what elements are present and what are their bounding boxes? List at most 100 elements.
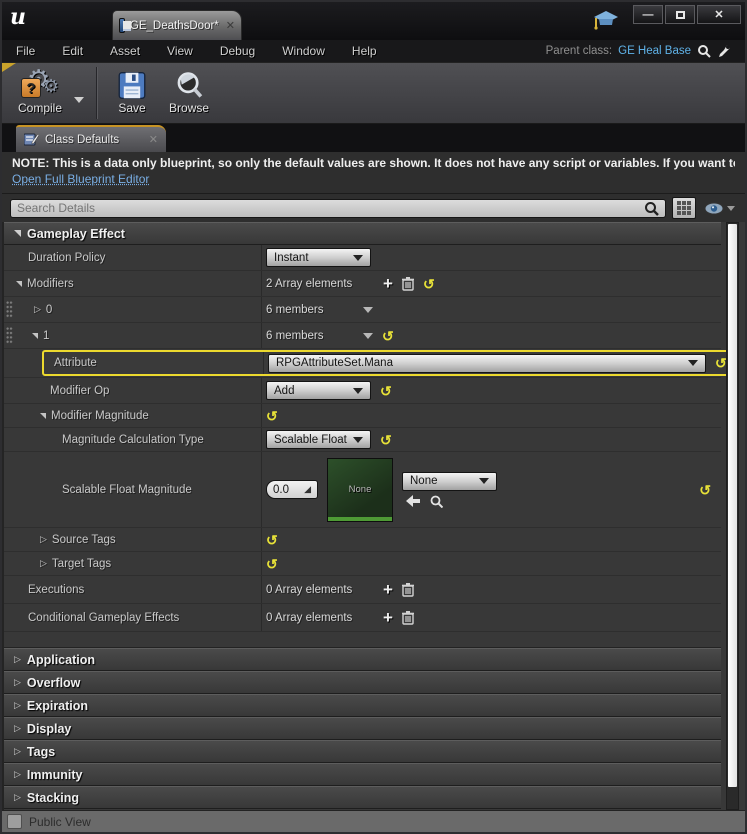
collapsed-arrow-icon[interactable]: ▷ (40, 558, 47, 569)
parent-class-search-icon[interactable] (697, 44, 711, 58)
category-gameplay-effect[interactable]: Gameplay Effect (4, 222, 721, 245)
scalable-float-value-input[interactable]: 0.0 ◢ (266, 480, 318, 499)
dropdown-caret-icon (479, 478, 489, 484)
reset-to-default-icon[interactable]: ↺ (266, 534, 278, 546)
parent-class-wrench-icon[interactable] (717, 44, 731, 58)
tutorial-graduation-cap-icon[interactable] (593, 8, 619, 32)
menu-asset[interactable]: Asset (110, 44, 140, 58)
category-expiration[interactable]: ▷ Expiration (4, 694, 721, 717)
curve-table-thumbnail[interactable]: None (327, 458, 393, 522)
category-display[interactable]: ▷ Display (4, 717, 721, 740)
clear-array-trash-icon[interactable] (402, 583, 414, 597)
compile-options-caret-icon[interactable] (74, 97, 84, 103)
clear-array-trash-icon[interactable] (402, 277, 414, 291)
close-button[interactable]: ✕ (697, 5, 741, 24)
members-caret-icon[interactable] (363, 307, 373, 313)
drag-handle[interactable] (6, 327, 13, 345)
dropdown-caret-icon (688, 360, 698, 366)
menu-help[interactable]: Help (352, 44, 377, 58)
asset-tab-close-icon[interactable]: ✕ (226, 19, 235, 32)
value-spinner-icon[interactable]: ◢ (304, 484, 311, 495)
details-panel: Gameplay Effect Duration Policy Instant … (2, 222, 745, 810)
view-options-caret-icon (727, 206, 735, 211)
view-options-button[interactable] (702, 202, 737, 215)
row-source-tags: ▷ Source Tags ↺ (4, 528, 721, 552)
eye-icon (704, 202, 724, 215)
browse-button[interactable]: Browse (159, 67, 219, 119)
collapsed-arrow-icon: ▷ (14, 723, 21, 734)
section-spacer (4, 632, 721, 648)
attribute-dropdown[interactable]: RPGAttributeSet.Mana (268, 354, 706, 373)
reset-to-default-icon[interactable]: ↺ (699, 484, 711, 496)
row-modifiers: Modifiers 2 Array elements + ↺ (4, 271, 721, 297)
modifier-op-dropdown[interactable]: Add (266, 381, 371, 400)
clear-array-trash-icon[interactable] (402, 611, 414, 625)
modifiers-count: 2 Array elements (266, 278, 374, 290)
row-array-element-0: ▷ 0 6 members (4, 297, 721, 323)
asset-tab[interactable]: GE_DeathsDoor* ✕ (112, 10, 242, 40)
curve-table-dropdown[interactable]: None (402, 472, 497, 491)
row-modifier-magnitude: Modifier Magnitude ↺ (4, 404, 721, 428)
drag-handle[interactable] (6, 301, 13, 319)
reset-to-default-icon[interactable]: ↺ (715, 357, 727, 369)
members-caret-icon[interactable] (363, 333, 373, 339)
public-view-checkbox[interactable] (7, 814, 22, 829)
category-stacking[interactable]: ▷ Stacking (4, 786, 721, 809)
reset-to-default-icon[interactable]: ↺ (380, 434, 392, 446)
category-overflow[interactable]: ▷ Overflow (4, 671, 721, 694)
maximize-button[interactable] (665, 5, 695, 24)
dropdown-caret-icon (353, 255, 363, 261)
category-application[interactable]: ▷ Application (4, 648, 721, 671)
expanded-arrow-icon[interactable] (40, 413, 46, 419)
use-selected-asset-arrow-icon[interactable] (406, 495, 420, 507)
duration-policy-dropdown[interactable]: Instant (266, 248, 371, 267)
menu-debug[interactable]: Debug (220, 44, 255, 58)
menu-window[interactable]: Window (282, 44, 325, 58)
open-full-blueprint-editor-link[interactable]: Open Full Blueprint Editor (12, 172, 149, 186)
collapsed-arrow-icon[interactable]: ▷ (34, 304, 41, 315)
parent-class-label: Parent class: (546, 45, 612, 57)
save-button[interactable]: Save (105, 67, 159, 119)
row-duration-policy: Duration Policy Instant (4, 245, 721, 271)
attribute-label: Attribute (54, 357, 97, 369)
reset-to-default-icon[interactable]: ↺ (266, 410, 278, 422)
menu-file[interactable]: File (16, 44, 35, 58)
search-details-box[interactable] (10, 199, 666, 218)
menu-edit[interactable]: Edit (62, 44, 83, 58)
reset-to-default-icon[interactable]: ↺ (382, 330, 394, 342)
element-1-label: 1 (43, 330, 49, 342)
search-details-input[interactable] (17, 201, 644, 215)
modifier-magnitude-label: Modifier Magnitude (51, 410, 149, 422)
target-tags-label: Target Tags (52, 558, 111, 570)
reset-to-default-icon[interactable]: ↺ (423, 278, 435, 290)
collapsed-arrow-icon[interactable]: ▷ (40, 534, 47, 545)
class-defaults-tab[interactable]: Class Defaults ✕ (16, 125, 166, 152)
compile-gears-icon: ⚙⚙ ? (19, 70, 61, 101)
blueprint-doc-icon (119, 18, 125, 33)
executions-count: 0 Array elements (266, 584, 374, 596)
browse-to-asset-icon[interactable] (430, 495, 443, 508)
source-tags-label: Source Tags (52, 534, 116, 546)
magnitude-calculation-type-dropdown[interactable]: Scalable Float (266, 430, 371, 449)
asset-tab-title: GE_DeathsDoor* (130, 20, 219, 32)
details-scrollbar-thumb[interactable] (728, 224, 737, 787)
expanded-arrow-icon[interactable] (32, 333, 38, 339)
reset-to-default-icon[interactable]: ↺ (380, 385, 392, 397)
reset-to-default-icon[interactable]: ↺ (266, 558, 278, 570)
add-element-icon[interactable]: + (383, 583, 393, 597)
add-element-icon[interactable]: + (383, 611, 393, 625)
unreal-engine-logo-icon: u (10, 4, 26, 30)
category-tags[interactable]: ▷ Tags (4, 740, 721, 763)
minimize-button[interactable]: — (633, 5, 663, 24)
details-scrollbar[interactable] (726, 222, 739, 810)
menu-view[interactable]: View (167, 44, 193, 58)
compile-button[interactable]: ⚙⚙ ? Compile (8, 67, 72, 119)
data-only-note-panel: NOTE: This is a data only blueprint, so … (2, 152, 745, 194)
category-immunity[interactable]: ▷ Immunity (4, 763, 721, 786)
add-element-icon[interactable]: + (383, 277, 393, 291)
expanded-arrow-icon[interactable] (16, 281, 22, 287)
parent-class-link[interactable]: GE Heal Base (618, 45, 691, 57)
collapsed-arrow-icon: ▷ (14, 654, 21, 665)
property-matrix-button[interactable] (672, 197, 696, 219)
class-defaults-tab-close-icon[interactable]: ✕ (149, 133, 158, 146)
